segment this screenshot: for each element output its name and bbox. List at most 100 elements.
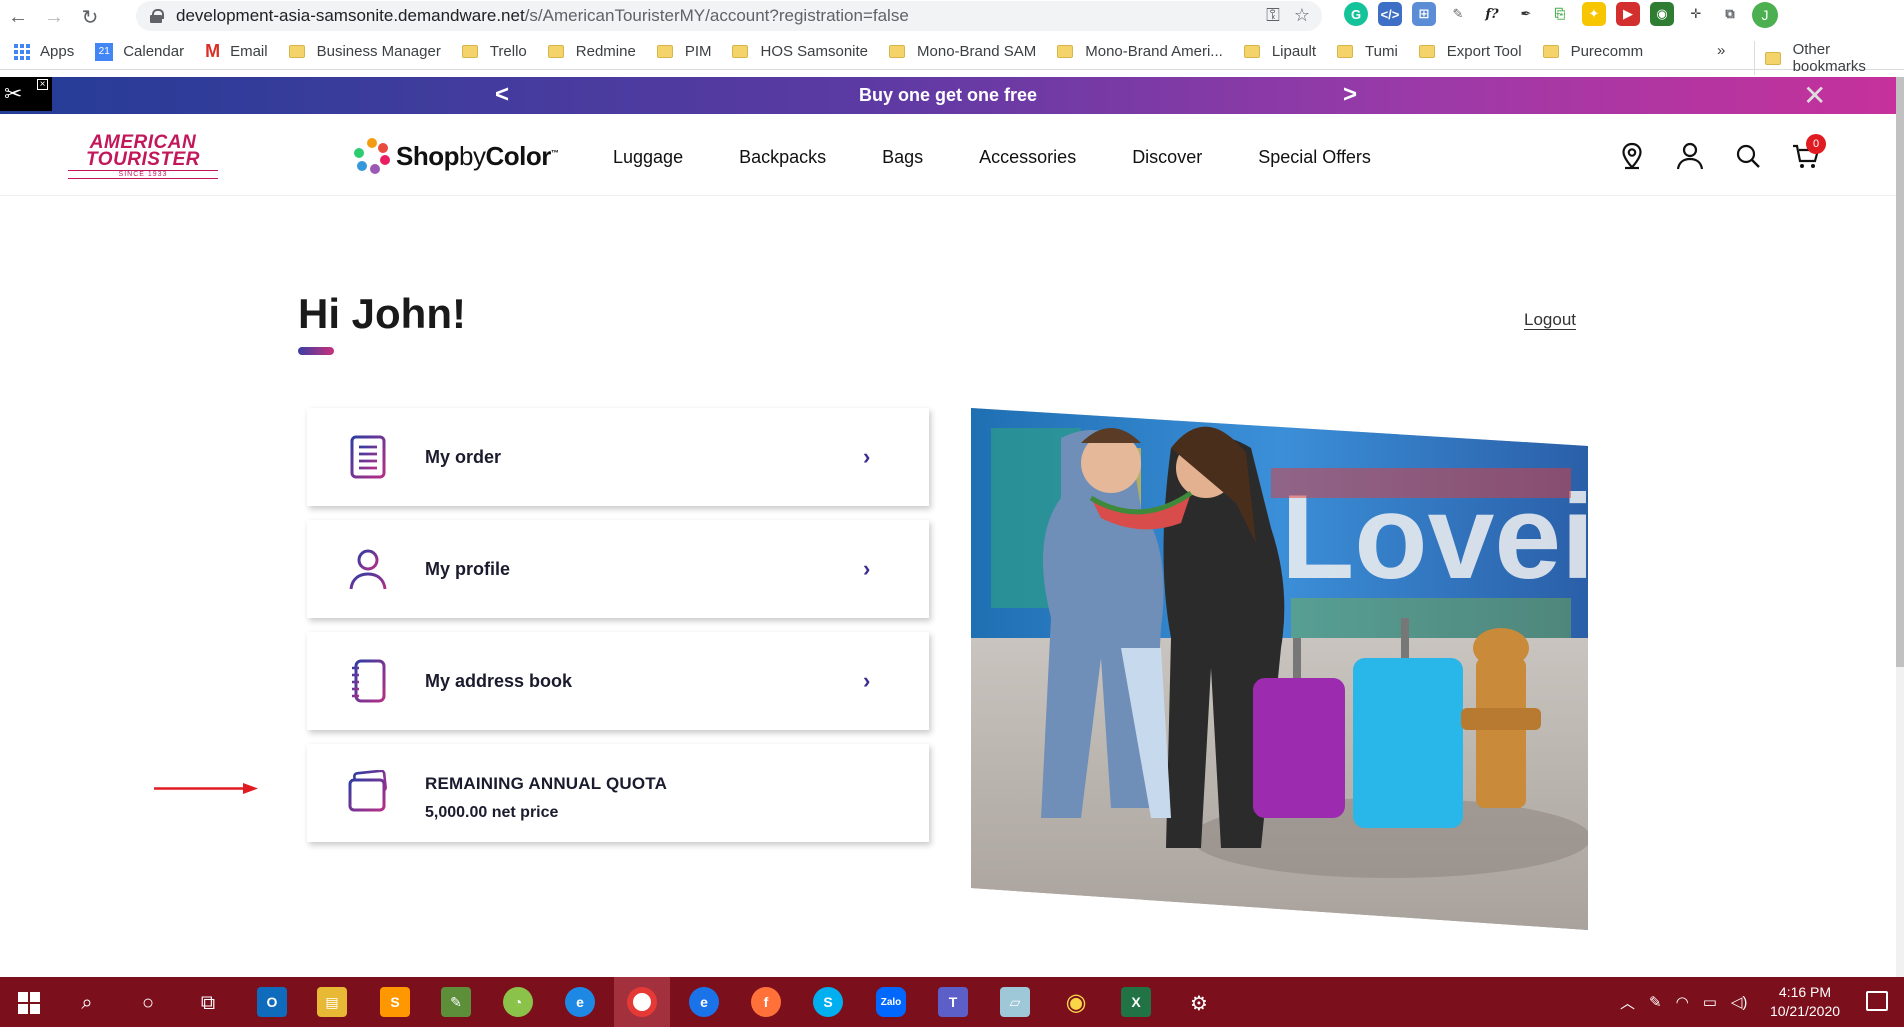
reload-icon[interactable]: ↻ xyxy=(72,0,108,34)
app-icon[interactable]: ◔ xyxy=(503,987,533,1017)
skype-icon[interactable]: S xyxy=(813,987,843,1017)
quota-title: REMAINING ANNUAL QUOTA xyxy=(425,774,668,793)
my-address-book-card[interactable]: My address book › xyxy=(307,632,929,730)
order-list-icon xyxy=(347,434,389,480)
clip-icon[interactable]: ⎘ xyxy=(1548,2,1572,26)
back-arrow-icon[interactable]: ← xyxy=(0,0,36,34)
folder-icon xyxy=(889,45,906,58)
nav-discover[interactable]: Discover xyxy=(1132,147,1202,168)
nav-backpacks[interactable]: Backpacks xyxy=(739,147,826,168)
clock[interactable]: 4:16 PM 10/21/2020 xyxy=(1760,983,1850,1021)
tray-overflow-icon[interactable]: ︿ xyxy=(1620,992,1635,1013)
nav-accessories[interactable]: Accessories xyxy=(979,147,1076,168)
page-scrollbar-thumb[interactable] xyxy=(1896,77,1904,667)
american-tourister-logo[interactable]: AMERICAN TOURISTER SINCE 1933 xyxy=(68,133,218,179)
battery-icon[interactable]: ▭ xyxy=(1703,993,1717,1011)
promo-next-arrow[interactable]: > xyxy=(1343,81,1357,109)
bookmark-export-tool[interactable]: Export Tool xyxy=(1418,43,1522,60)
settings-gear-icon[interactable]: ⚙ xyxy=(1186,990,1212,1016)
apps-grid-icon xyxy=(14,43,30,60)
bookmark-calendar[interactable]: 21 Calendar xyxy=(95,42,184,61)
eyedropper-icon[interactable]: ✒ xyxy=(1514,2,1538,26)
search-icon[interactable]: ⌕ xyxy=(74,990,100,1016)
zalo-icon[interactable]: Zalo xyxy=(876,987,906,1017)
wifi-icon[interactable]: ◠ xyxy=(1676,993,1689,1011)
teams-icon[interactable]: T xyxy=(938,987,968,1017)
cart-count-badge: 0 xyxy=(1806,134,1826,154)
signature-icon[interactable]: ✎ xyxy=(1446,2,1470,26)
excel-icon[interactable]: X xyxy=(1121,987,1151,1017)
notepad-plus-icon[interactable]: ✎ xyxy=(441,987,471,1017)
account-icon[interactable] xyxy=(1674,140,1706,172)
quota-value: 5,000.00 net price xyxy=(425,804,559,821)
bookmarks-bar: Apps 21 Calendar M Email Business Manager … xyxy=(0,34,1904,75)
notes-icon[interactable]: ▱ xyxy=(1000,987,1030,1017)
bookmark-mono-brand-sam[interactable]: Mono-Brand SAM xyxy=(889,43,1036,60)
lightbulb-icon[interactable]: ✦ xyxy=(1582,2,1606,26)
sublime-text-icon[interactable]: S xyxy=(380,987,410,1017)
chrome-icon[interactable] xyxy=(627,987,657,1017)
file-explorer-icon[interactable]: ▤ xyxy=(317,987,347,1017)
bookmark-email[interactable]: M Email xyxy=(205,41,268,62)
nav-luggage[interactable]: Luggage xyxy=(613,147,683,168)
bookmark-lipault[interactable]: Lipault xyxy=(1243,43,1316,60)
duck-icon[interactable]: ◉ xyxy=(1061,987,1091,1017)
bookmark-apps[interactable]: Apps xyxy=(14,43,74,60)
devtools-extension-icon[interactable]: </> xyxy=(1378,2,1402,26)
bookmark-tumi[interactable]: Tumi xyxy=(1337,43,1398,60)
bookmark-hos-samsonite[interactable]: HOS Samsonite xyxy=(732,43,868,60)
bookmark-pim[interactable]: PIM xyxy=(656,43,711,60)
nav-bags[interactable]: Bags xyxy=(882,147,923,168)
notification-center-icon[interactable] xyxy=(1866,991,1888,1011)
page-scrollbar-track[interactable] xyxy=(1896,667,1904,977)
firefox-icon[interactable]: f xyxy=(751,987,781,1017)
bookmark-star-icon[interactable]: ☆ xyxy=(1294,5,1310,26)
outlook-icon[interactable]: O xyxy=(257,987,287,1017)
grammarly-icon[interactable]: G xyxy=(1344,2,1368,26)
storefront-toolkit-icon[interactable]: ✂ × xyxy=(0,77,52,111)
font-finder-icon[interactable]: f? xyxy=(1480,2,1504,26)
edge-icon[interactable]: e xyxy=(689,987,719,1017)
nav-special-offers[interactable]: Special Offers xyxy=(1258,147,1371,168)
other-bookmarks[interactable]: Other bookmarks xyxy=(1754,41,1904,75)
task-view-icon[interactable]: ⧉ xyxy=(195,990,221,1016)
bookmark-mono-brand-ameri[interactable]: Mono-Brand Ameri... xyxy=(1057,43,1223,60)
profile-avatar[interactable]: J xyxy=(1752,2,1778,28)
pen-icon[interactable]: ✎ xyxy=(1649,993,1662,1011)
shop-by-color-link[interactable]: ShopbyColor™ xyxy=(352,136,559,176)
more-bookmarks-button[interactable]: » xyxy=(1717,42,1725,59)
address-bar[interactable]: development-asia-samsonite.demandware.ne… xyxy=(136,1,1322,31)
close-toolkit-icon[interactable]: × xyxy=(37,79,48,90)
my-profile-card[interactable]: My profile › xyxy=(307,520,929,618)
bookmark-redmine[interactable]: Redmine xyxy=(547,43,636,60)
folder-icon xyxy=(1418,45,1435,58)
windows-start-icon[interactable] xyxy=(16,990,42,1016)
promo-prev-arrow[interactable]: < xyxy=(495,81,509,109)
move-icon[interactable]: ✛ xyxy=(1684,2,1708,26)
puzzle-icon[interactable]: ⧉ xyxy=(1718,2,1742,26)
extension-icon[interactable]: ⊞ xyxy=(1412,2,1436,26)
video-icon[interactable]: ▶ xyxy=(1616,2,1640,26)
bookmark-purecomm[interactable]: Purecomm xyxy=(1542,43,1643,60)
promo-text[interactable]: Buy one get one free xyxy=(859,85,1037,106)
internet-explorer-icon[interactable]: e xyxy=(565,987,595,1017)
forward-arrow-icon[interactable]: → xyxy=(36,0,72,34)
card-label: My order xyxy=(425,446,502,467)
green-extension-icon[interactable]: ◉ xyxy=(1650,2,1674,26)
lock-icon[interactable] xyxy=(150,9,164,23)
promo-close-icon[interactable]: ✕ xyxy=(1803,79,1826,112)
cart-icon[interactable]: 0 xyxy=(1790,134,1826,172)
title-accent-bar xyxy=(298,347,334,355)
folder-icon xyxy=(1765,51,1781,65)
cortana-icon[interactable]: ○ xyxy=(135,990,161,1016)
my-order-card[interactable]: My order › xyxy=(307,408,929,506)
bookmark-trello[interactable]: Trello xyxy=(461,43,527,60)
bookmark-business-manager[interactable]: Business Manager xyxy=(288,43,441,60)
logout-link[interactable]: Logout xyxy=(1524,310,1576,330)
key-icon[interactable]: ⚿ xyxy=(1266,5,1280,26)
card-label: My profile xyxy=(425,558,511,579)
volume-icon[interactable]: ◁) xyxy=(1731,993,1748,1011)
store-locator-icon[interactable] xyxy=(1616,140,1648,172)
search-icon[interactable] xyxy=(1732,140,1764,172)
windows-taskbar: ⌕ ○ ⧉ O ▤ S ✎ ◔ e e f S Zalo T ▱ ◉ X ⚙ ︿… xyxy=(0,977,1904,1027)
